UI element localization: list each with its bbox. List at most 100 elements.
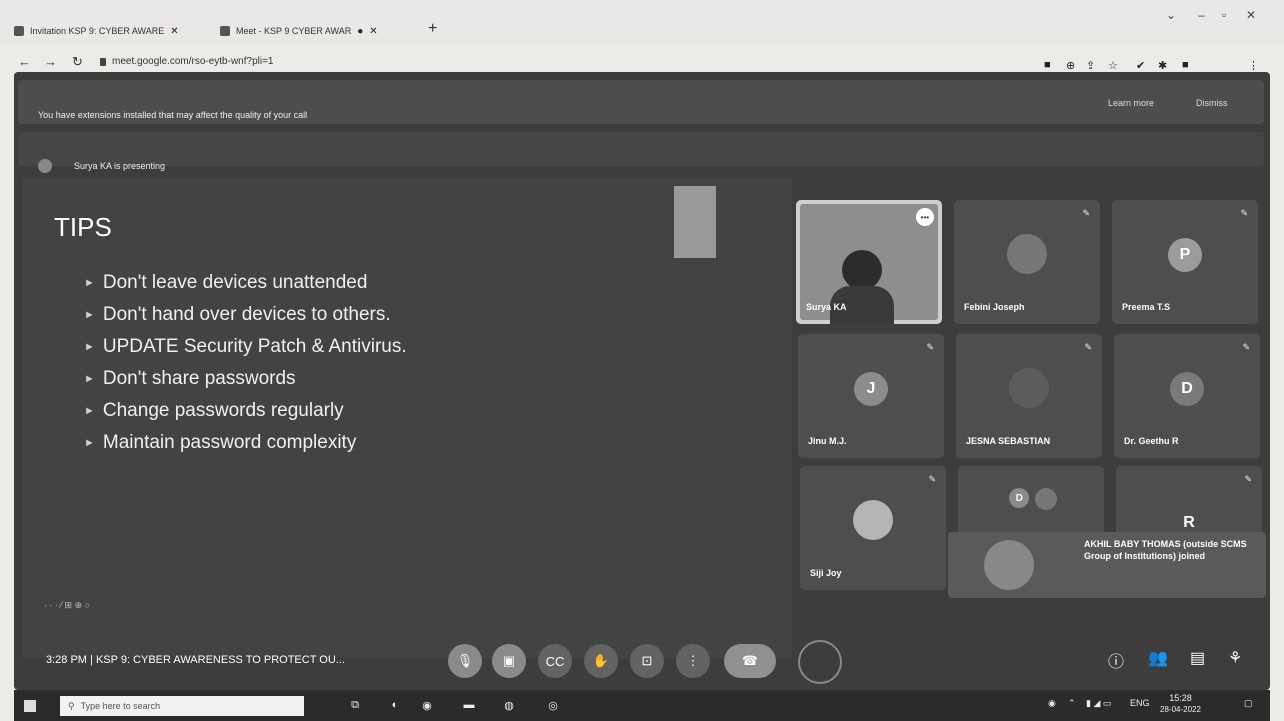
- chrome-app-icon[interactable]: ◍: [500, 696, 518, 714]
- captions-button[interactable]: CC: [538, 644, 572, 678]
- forward-arrow-icon[interactable]: →: [44, 54, 57, 69]
- camera-off-icon: ▣: [502, 653, 516, 668]
- slide-controls[interactable]: · · · ⁄ ⊞ ⊕ ○: [44, 600, 90, 611]
- bullet-text: UPDATE Security Patch & Antivirus.: [102, 336, 407, 357]
- present-button[interactable]: ⊡: [630, 644, 664, 678]
- reading-list-icon[interactable]: ■: [1182, 59, 1189, 71]
- participant-letter-avatar: D: [1009, 488, 1030, 508]
- url-text: meet.google.com/rso-eytb-wnf?pli=1: [112, 56, 274, 67]
- windows-start-icon[interactable]: [24, 700, 36, 712]
- presenter-avatar: [38, 159, 52, 173]
- new-tab-icon[interactable]: +: [428, 20, 437, 38]
- participant-name: Surya KA: [806, 302, 847, 312]
- hang-up-icon: ☎: [741, 653, 759, 668]
- participant-joined-toast: AKHIL BABY THOMAS (outside SCMS Group of…: [948, 532, 1266, 598]
- leave-call-button[interactable]: ☎: [724, 644, 776, 678]
- extensions-puzzle-icon[interactable]: ✱: [1158, 59, 1167, 72]
- presenting-text: Surya KA is presenting: [74, 161, 166, 171]
- browser-tab-meet[interactable]: Meet - KSP 9 CYBER AWAR ● ✕: [220, 20, 420, 42]
- minimize-icon[interactable]: –: [1198, 8, 1205, 22]
- bookmark-star-icon[interactable]: ☆: [1108, 59, 1118, 72]
- close-window-icon[interactable]: ✕: [1246, 8, 1256, 22]
- notifications-icon[interactable]: ▢: [1244, 698, 1253, 709]
- slide-bullet: ► Maintain password complexity: [84, 432, 407, 454]
- search-placeholder: Type here to search: [80, 701, 161, 711]
- people-icon[interactable]: 👥: [1148, 648, 1168, 668]
- participant-tile[interactable]: ✎ D Dr. Geethu R: [1114, 334, 1260, 458]
- windows-taskbar: ⚲ Type here to search ⧉ ◐ ◉ ▬ ◍ ◎ ◉ ⌃ ▮ …: [14, 690, 1270, 721]
- ring-control[interactable]: [798, 640, 842, 684]
- joined-participant-photo: [984, 540, 1034, 590]
- slide-bullet: ► Don't hand over devices to others.: [84, 304, 407, 326]
- separator: |: [90, 654, 93, 666]
- raise-hand-button[interactable]: ✋: [584, 644, 618, 678]
- clock[interactable]: 15:28 28-04-2022: [1160, 693, 1201, 715]
- mic-off-icon: 🎙: [456, 653, 474, 668]
- chevron-down-icon[interactable]: ⌄: [1166, 8, 1176, 22]
- close-tab-icon[interactable]: ✕: [170, 26, 178, 37]
- bullet-text: Don't leave devices unattended: [102, 272, 368, 293]
- clock-time: 15:28: [1169, 693, 1192, 703]
- tray-network-icon[interactable]: ▮ ◢ ▭: [1086, 698, 1111, 709]
- mic-off-icon: ✎: [1242, 342, 1250, 352]
- clock-date: 28-04-2022: [1160, 705, 1201, 714]
- reload-icon[interactable]: ↻: [72, 54, 83, 70]
- mic-off-icon: ✎: [1082, 208, 1090, 218]
- activities-icon[interactable]: ⚘: [1228, 648, 1242, 668]
- browser-tab-invitation[interactable]: Invitation KSP 9: CYBER AWARE ✕: [14, 20, 214, 42]
- participant-tile[interactable]: ✎ P Preema T.S: [1112, 200, 1258, 324]
- mic-off-icon: ✎: [926, 342, 934, 352]
- participant-tile[interactable]: ✎ Febini Joseph: [954, 200, 1100, 324]
- mail-favicon-icon: [14, 26, 24, 36]
- slide-bullet-list: ► Don't leave devices unattended ► Don't h…: [84, 272, 407, 464]
- participant-tile[interactable]: ✎ Siji Joy: [800, 466, 946, 590]
- present-icon: ⊡: [641, 653, 653, 668]
- more-vert-icon: ⋮: [686, 653, 700, 668]
- extension-check-icon[interactable]: ✔: [1136, 59, 1145, 72]
- share-icon[interactable]: ⇪: [1086, 59, 1095, 72]
- extensions-warning-banner: You have extensions installed that may a…: [18, 80, 1264, 124]
- bullet-arrow-icon: ►: [84, 277, 95, 289]
- chat-icon[interactable]: ▤: [1190, 648, 1205, 668]
- app-icon[interactable]: ◎: [544, 696, 562, 714]
- learn-more-link[interactable]: Learn more: [1108, 98, 1154, 108]
- bullet-text: Change passwords regularly: [102, 400, 344, 421]
- close-tab-icon[interactable]: ✕: [369, 26, 377, 37]
- bullet-arrow-icon: ►: [84, 437, 95, 449]
- taskbar-search[interactable]: ⚲ Type here to search: [60, 696, 304, 716]
- camera-toggle-button[interactable]: ▣: [492, 644, 526, 678]
- participant-letter-avatar: J: [854, 372, 888, 406]
- chrome-icon[interactable]: ◉: [418, 696, 436, 714]
- camera-indicator-icon[interactable]: ■: [1044, 59, 1051, 71]
- info-icon[interactable]: ⓘ: [1108, 648, 1124, 672]
- participant-name: Siji Joy: [810, 568, 842, 578]
- slide-decoration: [674, 186, 716, 258]
- participant-name: Dr. Geethu R: [1124, 436, 1179, 446]
- dismiss-button[interactable]: Dismiss: [1196, 98, 1228, 108]
- more-options-button[interactable]: ⋮: [676, 644, 710, 678]
- participant-letter-avatar: P: [1168, 238, 1202, 272]
- bullet-text: Don't hand over devices to others.: [102, 304, 391, 325]
- slide-bullet: ► UPDATE Security Patch & Antivirus.: [84, 336, 407, 358]
- maximize-icon[interactable]: ▫: [1222, 8, 1226, 22]
- menu-kebab-icon[interactable]: ⋮: [1248, 59, 1259, 72]
- zoom-icon[interactable]: ⊕: [1066, 59, 1075, 72]
- file-explorer-icon[interactable]: ▬: [460, 696, 478, 714]
- participant-photo: [1034, 488, 1057, 510]
- task-view-icon[interactable]: ⧉: [346, 696, 364, 714]
- hand-icon: ✋: [592, 653, 610, 668]
- participant-tile[interactable]: ✎ JESNA SEBASTIAN: [956, 334, 1102, 458]
- more-options-icon[interactable]: •••: [916, 208, 934, 226]
- participant-tile-self[interactable]: ••• Surya KA: [796, 200, 942, 324]
- edge-icon[interactable]: ◐: [386, 696, 404, 714]
- participant-tile[interactable]: ✎ J Jinu M.J.: [798, 334, 944, 458]
- bullet-arrow-icon: ►: [84, 309, 95, 321]
- tray-app-icon[interactable]: ◉: [1048, 698, 1056, 709]
- url-field[interactable]: meet.google.com/rso-eytb-wnf?pli=1: [100, 56, 273, 67]
- tray-chevron-icon[interactable]: ⌃: [1068, 698, 1076, 709]
- back-arrow-icon[interactable]: ←: [18, 54, 31, 69]
- presenting-bar: Surya KA is presenting: [18, 132, 1264, 173]
- slide-title: TIPS: [54, 212, 112, 242]
- mic-toggle-button[interactable]: 🎙: [448, 644, 482, 678]
- language-indicator[interactable]: ENG: [1130, 698, 1150, 708]
